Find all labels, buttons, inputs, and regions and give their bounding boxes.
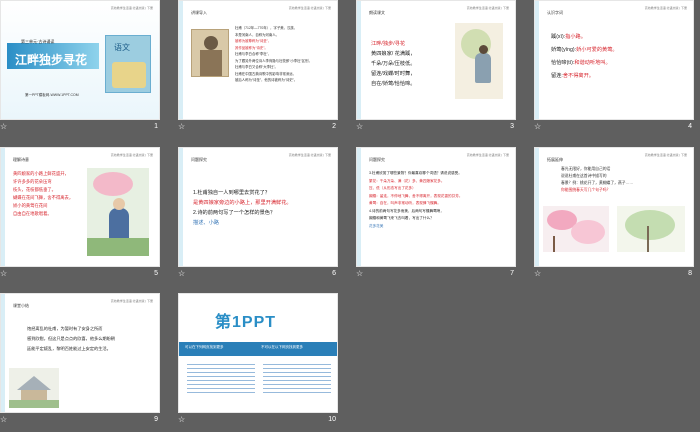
slide-number: 9	[154, 416, 158, 423]
willow-image	[617, 206, 685, 252]
star-icon[interactable]: ☆	[0, 415, 7, 424]
ink-painting	[455, 23, 503, 99]
slide-number: 1	[154, 123, 158, 130]
slide-tag: 问题探究	[191, 157, 207, 162]
slide-thumb-3[interactable]: 高効教学生活语 北语文版 | 下册 朗读课文 江畔/独步/寻花 黄四娘家/ 花满…	[356, 0, 516, 131]
star-icon[interactable]: ☆	[178, 269, 185, 278]
slide-tag: 讲课导入	[191, 10, 207, 15]
star-icon[interactable]: ☆	[356, 122, 363, 131]
poem-text: 江畔/独步/寻花 黄四娘家/ 花满蹊， 千朵/万朵/压枝低。 留连/戏蝶/时时舞…	[371, 41, 416, 87]
link-list-right[interactable]	[263, 364, 331, 396]
side-bar	[357, 148, 361, 266]
slide-header: 高効教学生活语 北语文版 | 下册	[110, 153, 153, 157]
link-list-left[interactable]	[187, 364, 255, 396]
slide-header: 高効教学生活语 北语文版 | 下册	[110, 299, 153, 303]
side-bar	[535, 148, 539, 266]
meaning-text: 黄四娘家的小路上鲜花盛开， 许许多多的花朵压弯 枝头，花枝都低垂了。 蝴蝶在花间…	[13, 171, 74, 216]
slide-number: 8	[688, 270, 692, 277]
slide-number: 10	[328, 416, 336, 423]
slide-thumb-4[interactable]: 高効教学生活语 北语文版 | 下册 认识字词 蹊(xī):指小路。 娇莺(yīn…	[534, 0, 694, 131]
slide-number: 2	[332, 123, 336, 130]
info-band: 可以在下列网页找到更多 不可以在以下网页找到更多	[179, 342, 337, 356]
slide-tag: 朗读课文	[369, 10, 385, 15]
portrait-image	[191, 29, 229, 77]
slide-header: 高効教学生活语 北语文版 | 下册	[288, 153, 331, 157]
slide-canvas: 高効教学生活语 北语文版 | 下册 理解诗意 黄四娘家的小路上鲜花盛开， 许许多…	[0, 147, 160, 267]
slide-header: 高効教学生活语 北语文版 | 下册	[288, 6, 331, 10]
unit-label: 第三单元·古诗诵读	[21, 39, 55, 44]
intro-text: 杜甫（712年—770年），字子美，汉族， 本是河南人，自称为河南人。 被称为被…	[235, 26, 312, 82]
analysis-text: 3.杜甫欣赏了哪些景物？你最喜欢哪个词语？请说说感受。 繁花：千朵万朵、满（花）…	[369, 171, 463, 228]
slide-thumb-9[interactable]: 高効教学生活语 北语文版 | 下册 课堂小结 饱经离乱的杜甫，为暂时有了安身之所…	[0, 293, 160, 424]
side-bar	[179, 1, 183, 119]
slide-thumb-2[interactable]: 高効教学生活语 北语文版 | 下册 讲课导入 杜甫（712年—770年），字子美…	[178, 0, 338, 131]
side-bar	[1, 294, 5, 412]
slide-number: 3	[510, 123, 514, 130]
slide-header: 高効教学生活语 北语文版 | 下册	[466, 6, 509, 10]
slide-canvas: 第1PPT 可以在下列网页找到更多 不可以在以下网页找到更多	[178, 293, 338, 413]
slide-thumb-7[interactable]: 高効教学生活语 北语文版 | 下册 问题探究 3.杜甫欣赏了哪些景物？你最喜欢哪…	[356, 147, 516, 278]
slide-canvas: 高効教学生活语 北语文版 | 下册 认识字词 蹊(xī):指小路。 娇莺(yīn…	[534, 0, 694, 120]
slide-title: 江畔独步寻花	[15, 53, 88, 67]
slide-header: 高効教学生活语 北语文版 | 下册	[644, 6, 687, 10]
summary-text: 饱经离乱的杜甫，为暂时有了安身之所而 感到欣慰，但这只是点点的欣喜，他多么期盼朝…	[27, 326, 115, 351]
slide-header: 高効教学生活语 北语文版 | 下册	[110, 6, 153, 10]
site-link: 第一PPT模板网-WWW.1PPT.COM	[25, 93, 79, 97]
slide-thumb-5[interactable]: 高効教学生活语 北语文版 | 下册 理解诗意 黄四娘家的小路上鲜花盛开， 许许多…	[0, 147, 160, 278]
cottage-illustration	[9, 368, 59, 408]
slide-canvas: 高効教学生活语 北语文版 | 下册 问题探究 3.杜甫欣赏了哪些景物？你最喜欢哪…	[356, 147, 516, 267]
slide-thumb-8[interactable]: 高効教学生活语 北语文版 | 下册 拓展延伸 春光无限好，你能用自己的话 说说杜…	[534, 147, 694, 278]
qa-block: 1.杜甫独自一人到哪里去赏花了？ 是黄四娘家旁边的小路上，那里开满鲜花。 2.诗…	[193, 190, 292, 226]
extension-text: 春光无限好，你能用自己的话 说说杜甫在这首诗中描写的 春景？例：桃花开了，黄蝴蝶…	[561, 167, 634, 192]
slide-canvas: 第三单元·古诗诵读 江畔独步寻花 语文 第一PPT模板网-WWW.1PPT.CO…	[0, 0, 160, 120]
side-bar	[357, 1, 361, 119]
side-bar	[1, 148, 5, 266]
slide-tag: 课堂小结	[13, 303, 29, 308]
slide-tag: 认识字词	[547, 10, 563, 15]
slide-canvas: 高効教学生活语 北语文版 | 下册 拓展延伸 春光无限好，你能用自己的话 说说杜…	[534, 147, 694, 267]
star-icon[interactable]: ☆	[178, 415, 185, 424]
peach-blossom-image	[543, 206, 609, 252]
brand-logo: 第1PPT	[215, 314, 277, 331]
slide-tag: 拓展延伸	[547, 157, 563, 162]
slide-tag: 问题探究	[369, 157, 385, 162]
star-icon[interactable]: ☆	[356, 269, 363, 278]
textbook-cover: 语文	[105, 35, 151, 93]
star-icon[interactable]: ☆	[0, 269, 7, 278]
slide-canvas: 高効教学生活语 北语文版 | 下册 讲课导入 杜甫（712年—770年），字子美…	[178, 0, 338, 120]
slide-header: 高効教学生活语 北语文版 | 下册	[466, 153, 509, 157]
side-bar	[535, 1, 539, 119]
slide-number: 4	[688, 123, 692, 130]
slide-number: 7	[510, 270, 514, 277]
star-icon[interactable]: ☆	[178, 122, 185, 131]
slide-canvas: 高効教学生活语 北语文版 | 下册 问题探究 1.杜甫独自一人到哪里去赏花了？ …	[178, 147, 338, 267]
slide-tag: 理解诗意	[13, 157, 29, 162]
star-icon[interactable]: ☆	[534, 122, 541, 131]
side-bar	[179, 148, 183, 266]
star-icon[interactable]: ☆	[534, 269, 541, 278]
slide-header: 高効教学生活语 北语文版 | 下册	[644, 153, 687, 157]
slide-thumb-6[interactable]: 高効教学生活语 北语文版 | 下册 问题探究 1.杜甫独自一人到哪里去赏花了？ …	[178, 147, 338, 278]
slide-canvas: 高効教学生活语 北语文版 | 下册 朗读课文 江畔/独步/寻花 黄四娘家/ 花满…	[356, 0, 516, 120]
slide-number: 5	[154, 270, 158, 277]
star-icon[interactable]: ☆	[0, 122, 7, 131]
slide-canvas: 高効教学生活语 北语文版 | 下册 课堂小结 饱经离乱的杜甫，为暂时有了安身之所…	[0, 293, 160, 413]
scene-illustration	[87, 168, 149, 256]
word-list: 蹊(xī):指小路。 娇莺(yīng):娇小可爱的黄莺。 恰恰啼(tí):和谐动…	[551, 34, 618, 79]
slide-thumb-1[interactable]: 第三单元·古诗诵读 江畔独步寻花 语文 第一PPT模板网-WWW.1PPT.CO…	[0, 0, 160, 131]
slide-number: 6	[332, 270, 336, 277]
slide-thumb-10[interactable]: 第1PPT 可以在下列网页找到更多 不可以在以下网页找到更多 ☆ 10	[178, 293, 338, 424]
